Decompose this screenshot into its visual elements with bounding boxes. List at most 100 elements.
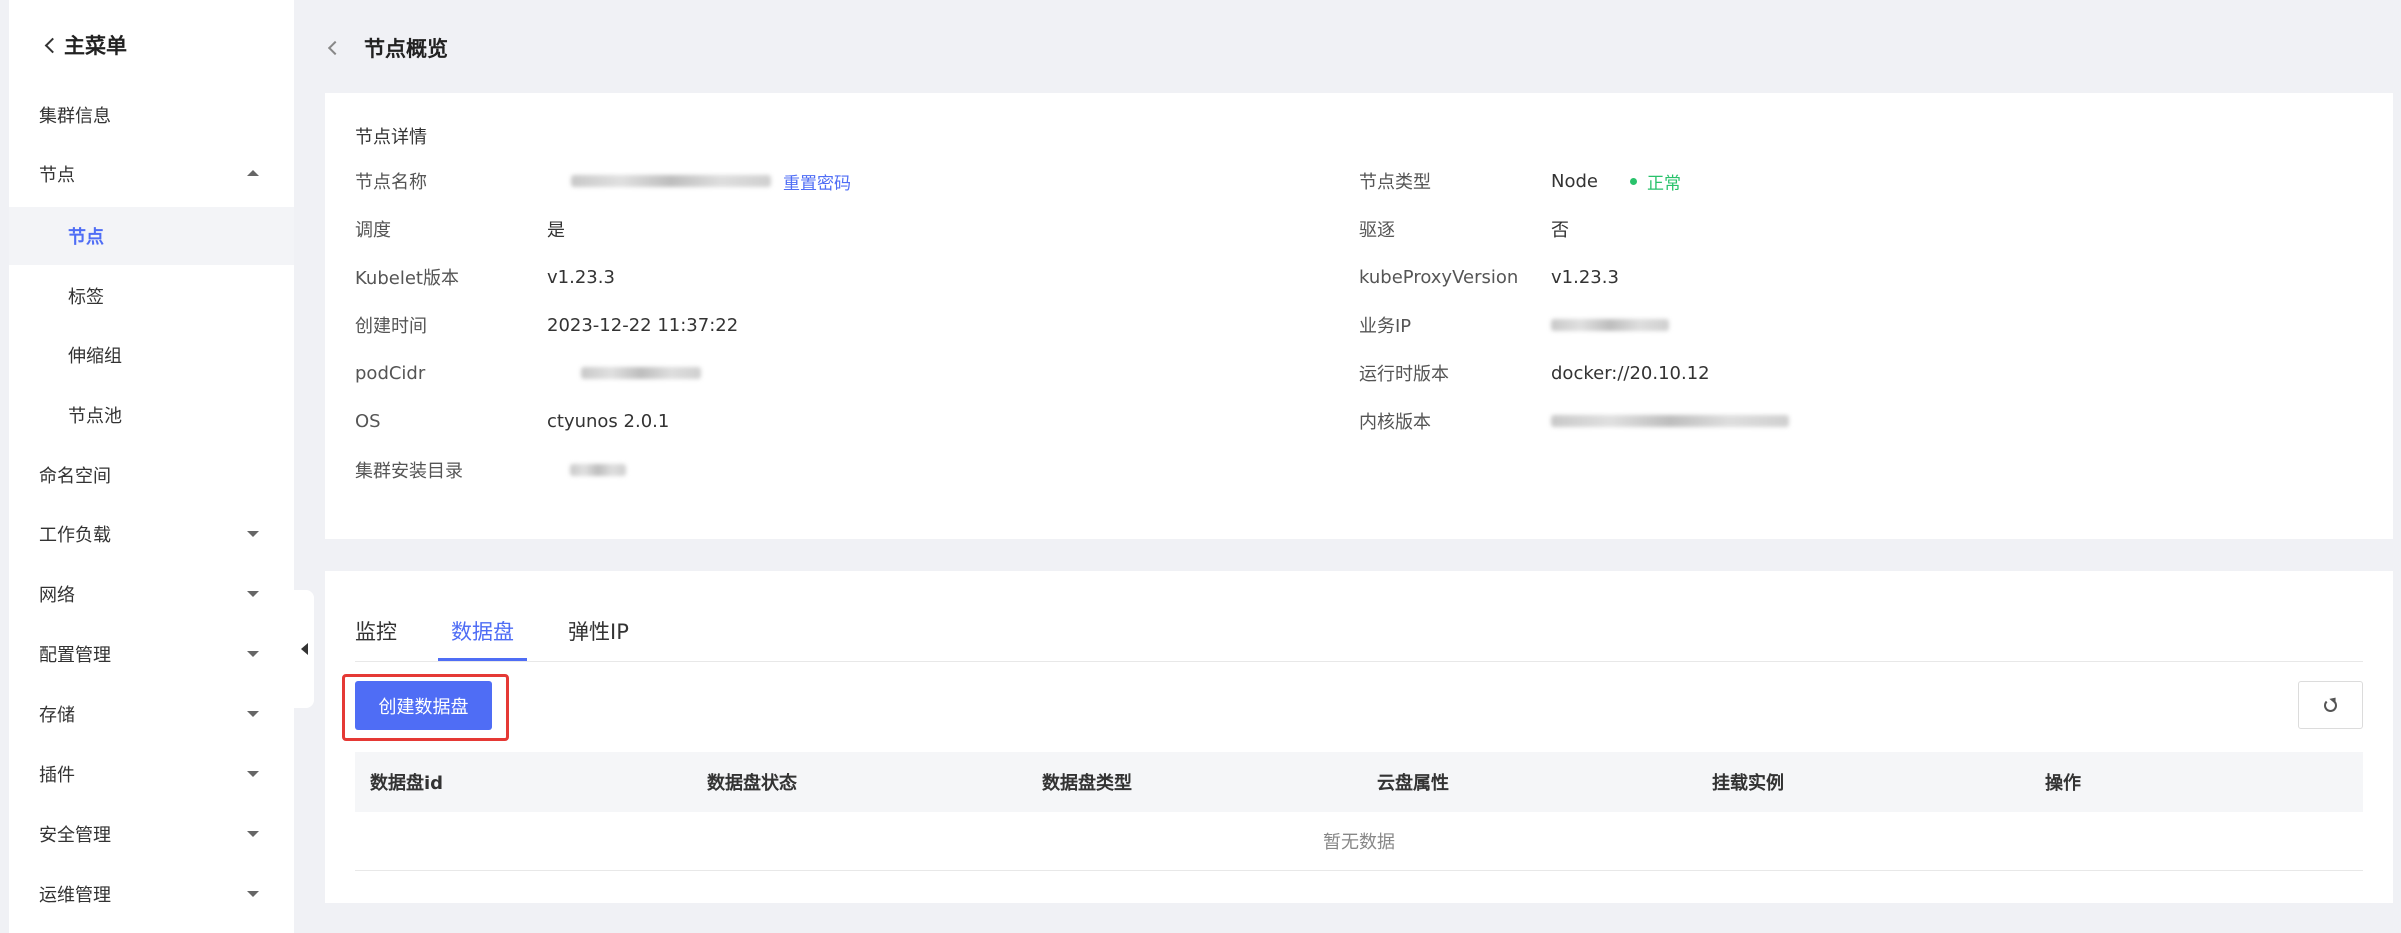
detail-value [570, 464, 626, 476]
back-arrow-icon[interactable] [327, 40, 343, 56]
detail-value: v1.23.3 [1551, 266, 1619, 288]
sidebar-item-namespace[interactable]: 命名空间 [9, 446, 294, 504]
detail-row-created: 创建时间 2023-12-22 11:37:22 [355, 311, 1255, 339]
reset-password-link[interactable]: 重置密码 [783, 169, 851, 194]
caret-down-icon [247, 711, 259, 717]
detail-label: Kubelet版本 [355, 268, 459, 289]
create-data-disk-button[interactable]: 创建数据盘 [355, 681, 492, 730]
sidebar-item-label: 标签 [68, 287, 104, 308]
sidebar-item-label: 节点 [68, 227, 104, 248]
sidebar-item-label: 存储 [39, 705, 75, 726]
sidebar: 主菜单 集群信息 节点 节点 标签 伸缩组 节点池 命名空间 工作负载 网络 配… [9, 0, 294, 933]
column-header-mount-instance: 挂载实例 [1712, 773, 1784, 794]
sidebar-item-labels[interactable]: 标签 [9, 267, 294, 325]
table-header: 数据盘id 数据盘状态 数据盘类型 云盘属性 挂载实例 操作 [355, 752, 2363, 812]
node-detail-panel: 节点详情 节点名称 重置密码 调度 是 Kubelet版本 v1.23.3 创建… [325, 93, 2393, 539]
page-title: 节点概览 [364, 37, 448, 61]
refresh-button[interactable] [2298, 681, 2363, 729]
detail-row-kubeproxy: kubeProxyVersion v1.23.3 [1359, 263, 2259, 291]
detail-value: docker://20.10.12 [1551, 362, 1710, 384]
detail-row-runtime: 运行时版本 docker://20.10.12 [1359, 359, 2259, 387]
detail-label: 节点名称 [355, 172, 427, 193]
tab-elastic-ip[interactable]: 弹性IP [555, 601, 642, 661]
sidebar-item-label: 运维管理 [39, 885, 111, 906]
sidebar-item-label: 节点 [39, 165, 75, 186]
detail-value [1551, 319, 1669, 331]
chevron-left-icon [44, 37, 61, 54]
caret-down-icon [247, 771, 259, 777]
detail-label: 集群安装目录 [355, 461, 463, 482]
sidebar-item-plugins[interactable]: 插件 [9, 745, 294, 803]
main-menu-label: 主菜单 [64, 34, 127, 58]
detail-row-business-ip: 业务IP [1359, 311, 2259, 339]
detail-label: kubeProxyVersion [1359, 266, 1519, 288]
page-header: 节点概览 [327, 28, 448, 68]
sidebar-item-storage[interactable]: 存储 [9, 685, 294, 743]
caret-down-icon [247, 831, 259, 837]
sidebar-item-label: 网络 [39, 585, 75, 606]
detail-row-install-dir: 集群安装目录 [355, 456, 1255, 484]
sidebar-item-workload[interactable]: 工作负载 [9, 505, 294, 563]
tabs-divider [355, 661, 2363, 662]
sidebar-item-node-pool[interactable]: 节点池 [9, 386, 294, 444]
detail-label: 创建时间 [355, 316, 427, 337]
detail-value: v1.23.3 [547, 266, 615, 288]
section-title: 节点详情 [355, 127, 427, 148]
caret-down-icon [247, 591, 259, 597]
detail-label: podCidr [355, 362, 426, 384]
refresh-icon [2324, 698, 2337, 712]
app-root: 主菜单 集群信息 节点 节点 标签 伸缩组 节点池 命名空间 工作负载 网络 配… [0, 0, 2401, 933]
detail-value: ctyunos 2.0.1 [547, 410, 670, 432]
sidebar-item-label: 安全管理 [39, 825, 111, 846]
sidebar-item-network[interactable]: 网络 [9, 565, 294, 623]
detail-row-node-name: 节点名称 重置密码 [355, 167, 1255, 195]
detail-row-os: OS ctyunos 2.0.1 [355, 407, 1255, 435]
sidebar-item-label: 工作负载 [39, 525, 111, 546]
sidebar-item-nodes[interactable]: 节点 [9, 207, 294, 265]
caret-down-icon [247, 651, 259, 657]
sidebar-item-label: 命名空间 [39, 466, 111, 487]
sidebar-item-config[interactable]: 配置管理 [9, 625, 294, 683]
detail-value: 重置密码 [571, 169, 851, 194]
caret-up-icon [247, 170, 259, 176]
tab-bar: 监控 数据盘 弹性IP [355, 601, 670, 661]
detail-label: 节点类型 [1359, 172, 1431, 193]
caret-left-icon [300, 643, 308, 655]
sidebar-item-scaling-group[interactable]: 伸缩组 [9, 326, 294, 384]
sidebar-item-label: 插件 [39, 765, 75, 786]
sidebar-item-label: 节点池 [68, 406, 122, 427]
tab-monitor[interactable]: 监控 [355, 601, 410, 661]
sidebar-item-nodes-group[interactable]: 节点 [9, 145, 294, 203]
sidebar-item-label: 伸缩组 [68, 346, 122, 367]
detail-row-kernel: 内核版本 [1359, 407, 2259, 435]
status-dot-icon [1629, 177, 1637, 185]
redacted-install-dir [570, 464, 626, 476]
detail-label: 业务IP [1359, 316, 1412, 337]
status-badge: 正常 [1646, 173, 1681, 194]
sidebar-item-ops[interactable]: 运维管理 [9, 865, 294, 923]
caret-down-icon [247, 891, 259, 897]
sidebar-item-security[interactable]: 安全管理 [9, 805, 294, 863]
sidebar-item-label: 集群信息 [39, 106, 111, 127]
detail-label: 驱逐 [1359, 220, 1395, 241]
sidebar-item-cluster-info[interactable]: 集群信息 [9, 86, 294, 144]
redacted-kernel-version [1551, 415, 1789, 427]
sidebar-collapse-handle[interactable] [294, 590, 314, 708]
main-menu-back-button[interactable]: 主菜单 [44, 29, 127, 61]
detail-value [581, 367, 701, 379]
detail-value: 2023-12-22 11:37:22 [547, 314, 739, 336]
redacted-node-name [571, 175, 771, 187]
caret-down-icon [247, 531, 259, 537]
detail-row-podcidr: podCidr [355, 359, 1255, 387]
data-disk-table: 数据盘id 数据盘状态 数据盘类型 云盘属性 挂载实例 操作 暂无数据 [355, 752, 2363, 871]
detail-label: 内核版本 [1359, 412, 1431, 433]
sidebar-item-label: 配置管理 [39, 645, 111, 666]
redacted-podcidr [581, 367, 701, 379]
tab-data-disk[interactable]: 数据盘 [438, 601, 527, 661]
detail-label: 调度 [355, 220, 391, 241]
data-disk-panel: 监控 数据盘 弹性IP 创建数据盘 数据盘id 数据盘状态 数据盘类型 云盘属性… [325, 571, 2393, 903]
detail-label: OS [355, 410, 381, 432]
column-header-cloud-attr: 云盘属性 [1377, 773, 1449, 794]
detail-row-schedule: 调度 是 [355, 215, 1255, 243]
detail-value: Node 正常 [1551, 169, 1681, 194]
